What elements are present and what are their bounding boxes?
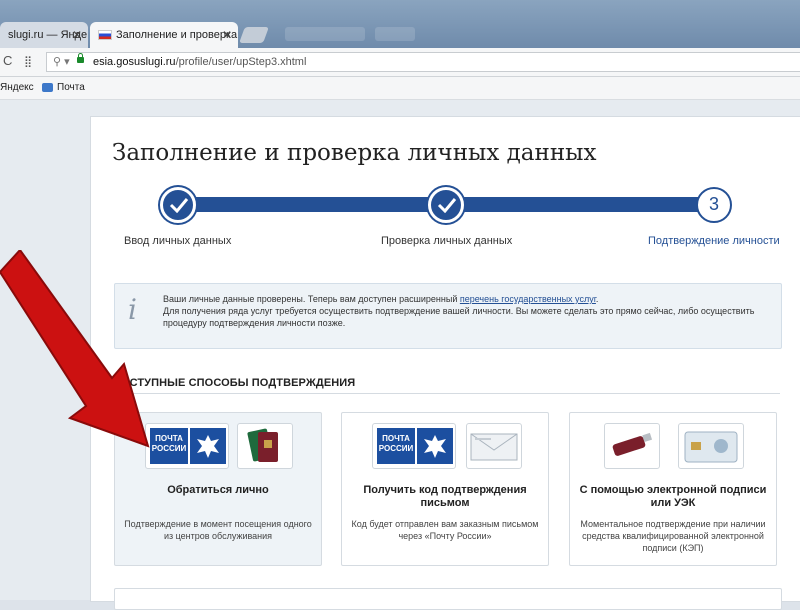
- russia-flag-icon: [98, 30, 112, 41]
- tab-gosuslugi[interactable]: Заполнение и проверка л ✕: [90, 22, 238, 48]
- envelope-icon: [466, 423, 522, 469]
- apps-grid-icon[interactable]: ⣿: [24, 55, 32, 68]
- close-icon[interactable]: ✕: [222, 22, 232, 48]
- passport-icon: [237, 423, 293, 469]
- russian-post-logo: ПОЧТА РОССИИ: [372, 423, 456, 469]
- bookmark-yandex[interactable]: Яндекс: [0, 77, 34, 99]
- section-divider: [113, 393, 780, 394]
- check-icon: [437, 198, 457, 213]
- step-label-2: Проверка личных данных: [381, 235, 513, 247]
- bookmark-mail[interactable]: Почта: [42, 77, 85, 99]
- close-icon[interactable]: ✕: [72, 22, 82, 48]
- pochta-logo-text: ПОЧТА РОССИИ: [377, 428, 415, 464]
- bottom-panel: [114, 588, 782, 610]
- info-line2: Для получения ряда услуг требуется осуще…: [163, 306, 755, 328]
- step-1-check: [160, 187, 196, 223]
- method-desc: Подтверждение в момент посещения одного …: [124, 519, 312, 541]
- step-3-current: 3: [696, 187, 732, 223]
- method-title: Обратиться лично: [167, 484, 269, 496]
- location-pin-icon: ⚲ ▾: [53, 56, 70, 68]
- url-text: esia.gosuslugi.ru/profile/user/upStep3.x…: [93, 53, 306, 71]
- step-label-3: Подтверждение личности: [648, 235, 780, 247]
- mail-icon: [42, 82, 53, 92]
- tab-yandex[interactable]: slugi.ru — Янде ✕: [0, 22, 88, 48]
- method-title: С помощью электронной подписи или УЭК: [579, 484, 767, 509]
- faded-menu-item: [375, 27, 415, 41]
- faded-menu-item: [285, 27, 365, 41]
- method-e-signature[interactable]: С помощью электронной подписи или УЭК Мо…: [569, 412, 777, 566]
- info-line1-suffix: .: [595, 294, 599, 304]
- step-2-check: [428, 187, 464, 223]
- method-desc: Код будет отправлен вам заказным письмом…: [351, 519, 539, 541]
- address-bar[interactable]: ⚲ ▾ esia.gosuslugi.ru/profile/user/upSte…: [46, 52, 800, 72]
- services-list-link[interactable]: перечень государственных услуг: [460, 294, 596, 304]
- tab-label: Заполнение и проверка л: [116, 29, 238, 41]
- info-text: Ваши личные данные проверены. Теперь вам…: [163, 293, 763, 329]
- url-host: esia.gosuslugi.ru: [93, 56, 176, 68]
- usb-token-icon: [604, 423, 660, 469]
- url-path: /profile/user/upStep3.xhtml: [175, 56, 307, 68]
- method-title: Получить код подтверждения письмом: [363, 484, 527, 509]
- method-by-mail[interactable]: ПОЧТА РОССИИ Получить код подтверждения …: [341, 412, 549, 566]
- method-desc: Моментальное подтверждение при наличии с…: [580, 519, 766, 553]
- check-icon: [169, 198, 189, 213]
- red-arrow-annotation: [0, 250, 150, 448]
- uek-card-icon: [678, 423, 744, 469]
- lock-icon: [77, 53, 84, 63]
- eagle-emblem-icon: [417, 428, 453, 464]
- bookmark-label: Почта: [57, 82, 85, 93]
- eagle-emblem-icon: [190, 428, 226, 464]
- info-line1-prefix: Ваши личные данные проверены. Теперь вам…: [163, 294, 460, 304]
- bookmarks-bar: Яндекс Почта: [0, 77, 800, 100]
- reload-icon[interactable]: C: [3, 53, 12, 68]
- page-title: Заполнение и проверка личных данных: [112, 140, 597, 166]
- step-label-1: Ввод личных данных: [124, 235, 232, 247]
